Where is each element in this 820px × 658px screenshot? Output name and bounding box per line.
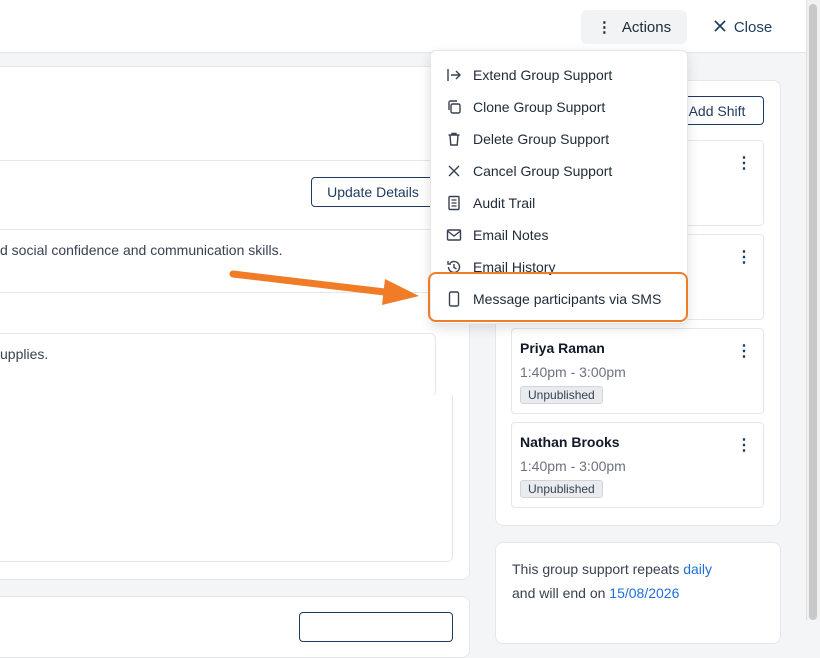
repeat-frequency-link[interactable]: daily: [683, 561, 712, 577]
secondary-card-button[interactable]: [299, 612, 453, 642]
kebab-icon[interactable]: ⋮: [736, 435, 752, 455]
scrollbar-thumb[interactable]: [809, 4, 817, 620]
shift-name: Nathan Brooks: [520, 434, 620, 450]
notes-text: upplies.: [0, 346, 49, 362]
close-label: Close: [733, 18, 773, 36]
inner-panel: [0, 395, 453, 562]
trash-icon: [445, 130, 463, 148]
section-divider: [0, 229, 467, 230]
notes-box: [0, 333, 436, 397]
menu-item-cancel[interactable]: Cancel Group Support: [431, 155, 687, 187]
kebab-icon[interactable]: ⋮: [736, 153, 752, 173]
status-badge: Unpublished: [520, 386, 603, 404]
repeat-line-2: and will end on 15/08/2026: [512, 585, 680, 601]
repeat-info-card: This group support repeats daily and wil…: [495, 542, 781, 644]
shift-time: 1:40pm - 3:00pm: [520, 458, 626, 474]
arrow-right-to-line-icon: [445, 66, 463, 84]
x-icon: [445, 162, 463, 180]
copy-icon: [445, 98, 463, 116]
description-text: d social confidence and communication sk…: [0, 242, 283, 258]
repeat-line-1: This group support repeats daily: [512, 561, 713, 577]
kebab-icon: ⋮: [596, 19, 612, 36]
menu-item-audit-trail[interactable]: Audit Trail: [431, 187, 687, 219]
shift-card[interactable]: Nathan Brooks ⋮ 1:40pm - 3:00pm Unpublis…: [511, 422, 764, 508]
update-details-button[interactable]: Update Details: [311, 177, 435, 207]
menu-item-extend[interactable]: Extend Group Support: [431, 59, 687, 91]
shift-card[interactable]: Priya Raman ⋮ 1:40pm - 3:00pm Unpublishe…: [511, 328, 764, 414]
repeat-end-date-link[interactable]: 15/08/2026: [609, 585, 679, 601]
kebab-icon[interactable]: ⋮: [736, 341, 752, 361]
highlight-box: [428, 272, 688, 322]
section-divider: [0, 160, 467, 161]
status-badge: Unpublished: [520, 480, 603, 498]
actions-button[interactable]: ⋮ Actions: [581, 10, 687, 44]
kebab-icon[interactable]: ⋮: [736, 247, 752, 267]
close-icon: [714, 19, 726, 36]
actions-label: Actions: [621, 18, 672, 36]
menu-item-clone[interactable]: Clone Group Support: [431, 91, 687, 123]
mail-icon: [445, 226, 463, 244]
annotation-arrow-icon: [229, 270, 419, 305]
shift-name: Priya Raman: [520, 340, 605, 356]
menu-item-delete[interactable]: Delete Group Support: [431, 123, 687, 155]
close-button[interactable]: Close: [700, 10, 786, 44]
document-icon: [445, 194, 463, 212]
shift-time: 1:40pm - 3:00pm: [520, 364, 626, 380]
menu-item-email-notes[interactable]: Email Notes: [431, 219, 687, 251]
